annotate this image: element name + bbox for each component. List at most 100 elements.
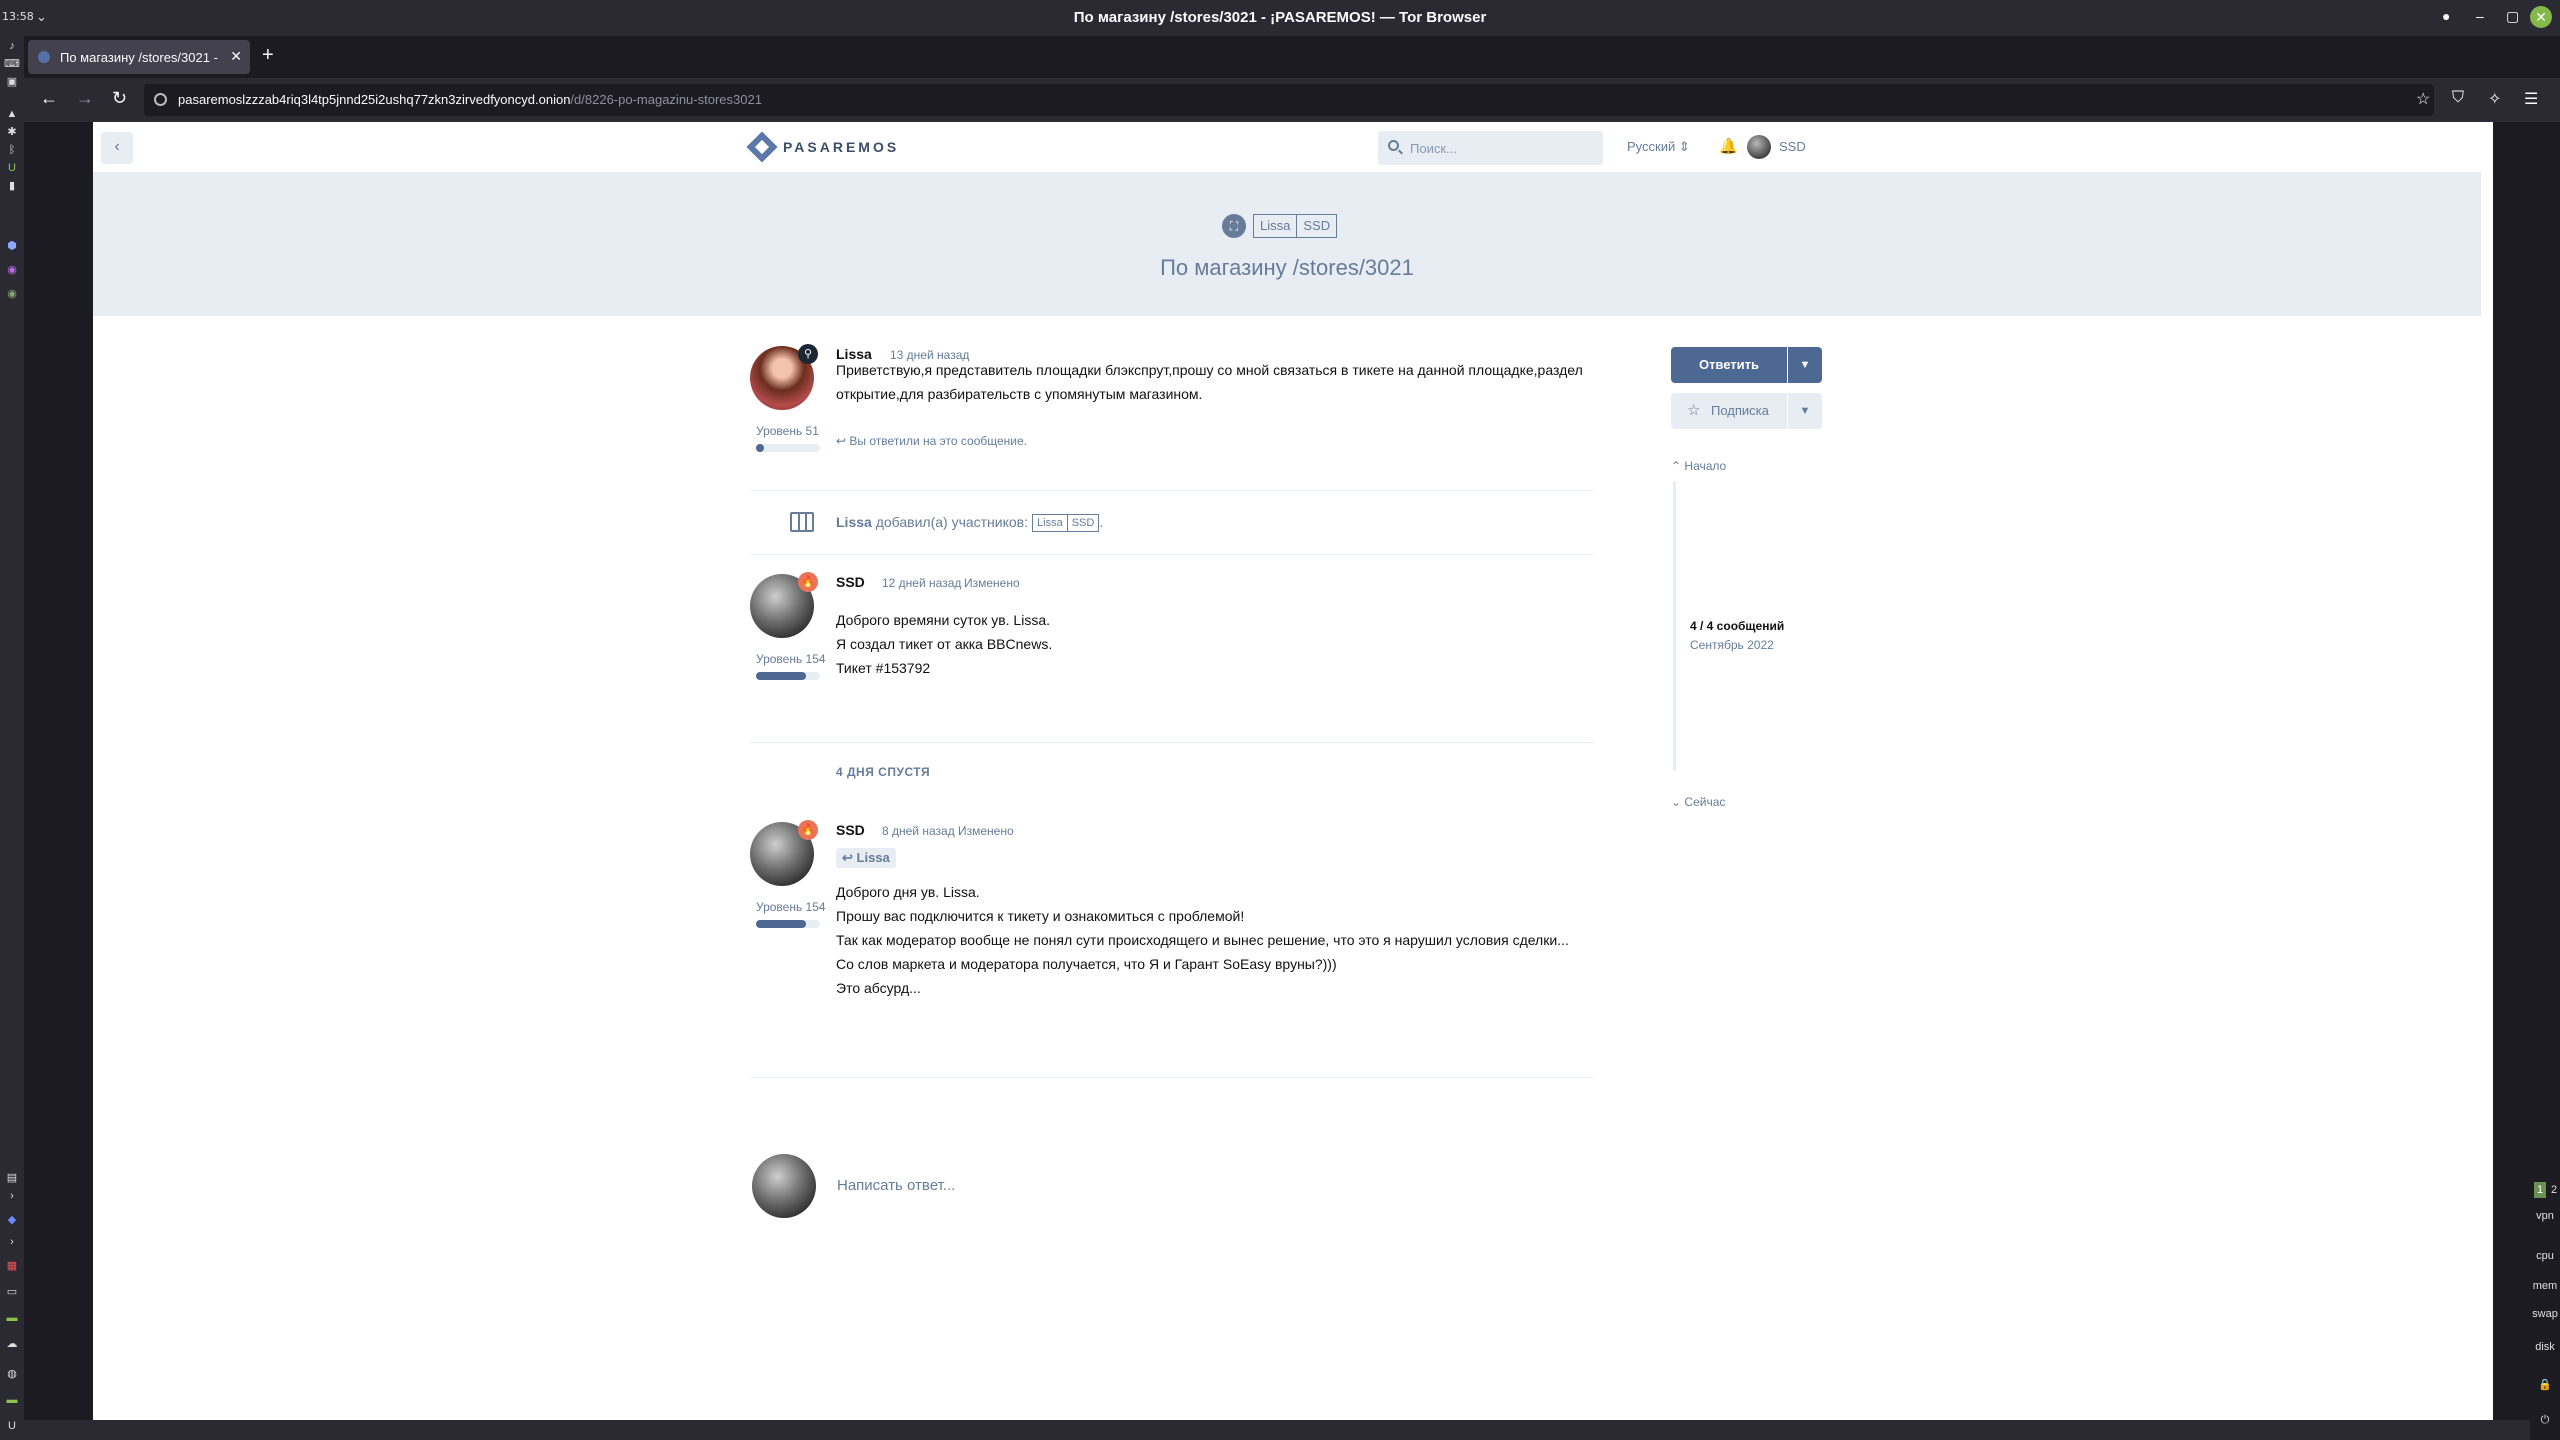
url-host: pasaremoslzzzab4riq3l4tp5jnnd25i2ushq77z…	[178, 92, 571, 107]
terminal-icon[interactable]: ▤	[4, 1170, 20, 1186]
post-body-line: Это абсурд...	[836, 980, 921, 996]
scrubber-date: Сентябрь 2022	[1690, 638, 1774, 652]
app-icon[interactable]: ⬢	[4, 238, 20, 254]
tor-icon[interactable]: ◉	[4, 262, 20, 278]
avatar	[752, 1154, 816, 1218]
post-body-line: Прошу вас подключится к тикету и ознаком…	[836, 908, 1245, 924]
address-bar[interactable]: pasaremoslzzzab4riq3l4tp5jnnd25i2ushq77z…	[144, 84, 2434, 116]
divider	[750, 490, 1594, 491]
signal-icon[interactable]: ▮	[4, 178, 20, 194]
chevron-right-icon[interactable]: ›	[4, 1188, 20, 1204]
lock-icon[interactable]: 🔒	[2530, 1378, 2560, 1391]
bluetooth-icon[interactable]: ᛒ	[4, 142, 20, 158]
left-dock: ♪ ⌨ ▣ ▲ ✱ ᛒ U ▮ ⬢ ◉ ◉ ▤ › ◆ › ▦ ▭ ▬ ☁ ◍ …	[0, 36, 24, 1440]
close-tab-icon[interactable]: ✕	[230, 48, 242, 65]
chevron-right-icon[interactable]: ›	[4, 1234, 20, 1250]
reply-composer-placeholder[interactable]: Написать ответ...	[837, 1177, 955, 1194]
tray-vpn[interactable]: vpn	[2530, 1210, 2560, 1222]
power-icon[interactable]: ⏻	[2530, 1414, 2560, 1427]
forward-icon[interactable]: →	[76, 88, 94, 109]
notifications-bell-icon[interactable]: 🔔	[1719, 137, 1738, 155]
tray-mem[interactable]: mem	[2530, 1280, 2560, 1292]
fire-badge-icon: 🔥	[798, 820, 818, 840]
post-body-line: открытие,для разбирательств с упомянутым…	[836, 386, 1203, 402]
minimize-icon[interactable]: –	[2476, 8, 2484, 24]
avatar[interactable]	[1747, 135, 1771, 159]
volume-icon[interactable]: ♪	[4, 38, 20, 54]
language-select[interactable]: Русский ⇕	[1627, 139, 1690, 155]
keyboard-icon[interactable]: ⌨	[4, 56, 20, 72]
bookmark-star-icon[interactable]: ☆	[2416, 89, 2430, 109]
scrubber-end-link[interactable]: ⌄ Сейчас	[1671, 795, 1725, 809]
workspace-2[interactable]: 2	[2548, 1182, 2560, 1198]
app-icon[interactable]: ▣	[4, 74, 20, 90]
app-icon[interactable]: ◆	[4, 1212, 20, 1228]
maximize-icon[interactable]: ▢	[2506, 8, 2519, 25]
globe-icon[interactable]: ◍	[4, 1366, 20, 1382]
tag-ssd[interactable]: SSD	[1297, 214, 1338, 238]
app-icon[interactable]: ◉	[4, 286, 20, 302]
browser-tab-active[interactable]: По магазину /stores/3021 - ¡PASAREMOS! ✕	[28, 40, 250, 74]
user-level: Уровень 51	[756, 424, 819, 438]
post-time[interactable]: 12 дней назад	[882, 576, 961, 590]
event-action: добавил(а) участников:	[875, 514, 1029, 530]
post-author[interactable]: SSD	[836, 574, 865, 590]
url-text[interactable]: pasaremoslzzzab4riq3l4tp5jnnd25i2ushq77z…	[178, 92, 762, 107]
post-body: Приветствую,я представитель площадки блэ…	[836, 358, 1596, 406]
reply-to-mention[interactable]: ↩ Lissa	[836, 848, 896, 868]
search-input[interactable]	[1410, 139, 1590, 157]
new-identity-icon[interactable]: ✧	[2488, 89, 2501, 109]
post-edited[interactable]: Изменено	[964, 576, 1020, 590]
event-actor[interactable]: Lissa	[836, 514, 872, 530]
scrubber-track[interactable]	[1673, 481, 1676, 771]
back-button[interactable]: ‹	[101, 132, 133, 164]
notification-icon[interactable]: ▲	[4, 106, 20, 122]
app-icon[interactable]: ▬	[4, 1392, 20, 1408]
event-tags: Lissa SSD	[1032, 514, 1100, 533]
new-tab-button[interactable]: +	[262, 44, 274, 67]
reply-button[interactable]: Ответить	[1671, 347, 1787, 383]
app-icon[interactable]: ✱	[4, 124, 20, 140]
tab-title: По магазину /stores/3021 - ¡PASAREMOS!	[60, 50, 220, 65]
reload-icon[interactable]: ↻	[112, 88, 127, 109]
post-body-line: Доброго времяни суток ув. Lissa.	[836, 612, 1050, 628]
subscribe-dropdown-button[interactable]: ▼	[1788, 393, 1822, 429]
double-chevron-up-icon: ⌃	[1671, 459, 1682, 473]
site-info-icon[interactable]	[154, 93, 167, 106]
user-menu-name[interactable]: SSD	[1779, 139, 1806, 154]
post-author[interactable]: SSD	[836, 822, 865, 838]
user-level: Уровень 154	[756, 652, 826, 666]
level-progress-bar	[756, 444, 820, 452]
double-chevron-down-icon: ⌄	[1671, 795, 1682, 809]
dot-icon[interactable]: ●	[2442, 8, 2450, 24]
app-icon[interactable]: ▦	[4, 1258, 20, 1274]
app-icon[interactable]: U	[4, 1418, 20, 1434]
scrubber-start-link[interactable]: ⌃ Начало	[1671, 459, 1726, 473]
user-badge-icon: ⚲	[798, 344, 818, 364]
workspace-1[interactable]: 1	[2534, 1182, 2546, 1198]
tag-ssd[interactable]: SSD	[1067, 514, 1100, 533]
tray-swap[interactable]: swap	[2530, 1308, 2560, 1320]
page-title: По магазину /stores/3021	[1160, 255, 1414, 280]
search-box[interactable]	[1378, 131, 1603, 165]
shield-icon[interactable]: ⛉	[2452, 89, 2464, 107]
close-window-button[interactable]: ✕	[2530, 6, 2552, 28]
post-body-line: Приветствую,я представитель площадки блэ…	[836, 362, 1583, 378]
post-edited[interactable]: Изменено	[958, 824, 1014, 838]
post-time[interactable]: 8 дней назад	[882, 824, 955, 838]
reply-dropdown-button[interactable]: ▼	[1788, 347, 1822, 383]
tray-disk[interactable]: disk	[2530, 1341, 2560, 1353]
post-item: ⚲ Уровень 51 Lissa 13 дней назад Приветс…	[750, 344, 1596, 456]
back-icon[interactable]: ←	[40, 88, 58, 109]
divider	[750, 742, 1594, 743]
app-icon[interactable]: U	[4, 160, 20, 176]
clipboard-icon[interactable]: ▭	[4, 1284, 20, 1300]
app-icon[interactable]: ☁	[4, 1336, 20, 1352]
tag-lissa[interactable]: Lissa	[1253, 214, 1298, 238]
menu-icon[interactable]: ☰	[2524, 89, 2538, 109]
tray-cpu[interactable]: cpu	[2530, 1250, 2560, 1262]
logo-text: PASAREMOS	[783, 139, 900, 155]
folder-icon[interactable]: ▬	[4, 1310, 20, 1326]
tag-lissa[interactable]: Lissa	[1032, 514, 1068, 533]
subscribe-button[interactable]: ☆ Подписка	[1671, 393, 1787, 429]
